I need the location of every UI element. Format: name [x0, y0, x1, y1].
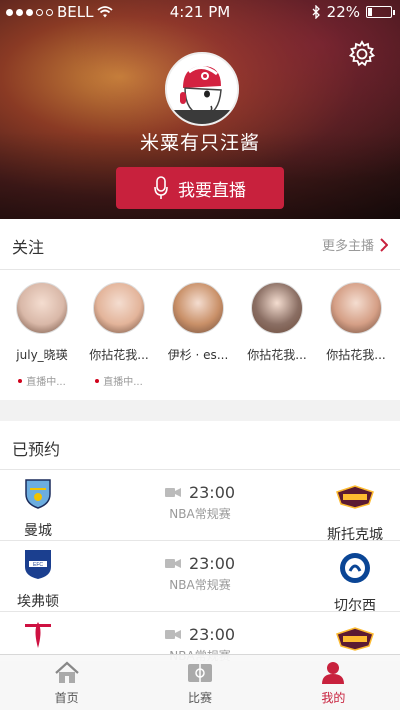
start-live-label: 我要直播 — [178, 180, 246, 201]
anchor-name: 你拈花我... — [247, 348, 307, 362]
gear-icon[interactable] — [348, 40, 376, 68]
anchor-name: 你拈花我... — [89, 348, 149, 362]
anchor-item[interactable]: july_晓瑛 直播中... — [3, 282, 81, 388]
anchor-avatar — [16, 282, 68, 334]
away-team-logo — [336, 627, 374, 651]
user-name: 米粟有只汪酱 — [139, 132, 260, 154]
anchor-name: 伊杉 · es... — [167, 348, 229, 362]
match-league: NBA常规赛 — [169, 507, 231, 521]
microphone-icon — [154, 176, 168, 199]
tab-profile-label: 我的 — [321, 691, 346, 705]
status-bar: BELL 4:21 PM 22% — [0, 0, 400, 22]
video-camera-icon — [164, 559, 181, 568]
match-info: 23:00 NBA常规赛 — [140, 483, 260, 522]
reserved-section: 已预约 曼城 23:00 NBA常规赛 斯托克城 EFC 埃弗顿 23:00 N… — [0, 421, 400, 661]
match-time: 23:00 — [188, 625, 236, 644]
profile-header: BELL 4:21 PM 22% 米粟有只汪酱 我要直播 — [0, 0, 400, 219]
start-live-button[interactable]: 我要直播 — [116, 167, 284, 209]
anchor-item[interactable]: 你拈花我... — [238, 282, 316, 363]
away-team: 斯托克城 — [320, 480, 390, 544]
user-avatar[interactable] — [165, 52, 239, 126]
match-time: 23:00 — [188, 483, 236, 502]
video-camera-icon — [164, 630, 181, 639]
battery-percent: 22% — [326, 3, 360, 21]
match-row[interactable]: EFC 埃弗顿 23:00 NBA常规赛 切尔西 — [0, 541, 400, 615]
field-icon — [187, 664, 212, 682]
battery-icon — [366, 6, 395, 18]
chevron-right-icon — [380, 237, 388, 252]
anchor-item[interactable]: 你拈花我... — [317, 282, 395, 363]
anchor-name: 你拈花我... — [326, 348, 386, 362]
anchor-item[interactable]: 你拈花我... 直播中... — [80, 282, 158, 388]
match-time: 23:00 — [188, 554, 236, 573]
follow-header: 关注 更多主播 — [0, 219, 400, 270]
away-team-logo — [336, 485, 374, 509]
follow-title: 关注 — [12, 238, 45, 257]
live-dot — [18, 378, 23, 383]
home-team-logo — [25, 479, 51, 509]
away-team: 切尔西 — [320, 551, 390, 615]
anchor-item[interactable]: 伊杉 · es... — [159, 282, 237, 363]
anchor-status: 直播中... — [80, 373, 158, 388]
home-team: 曼城 — [10, 476, 66, 540]
tab-profile[interactable]: 我的 — [267, 655, 400, 710]
match-row[interactable]: 曼城 23:00 NBA常规赛 斯托克城 — [0, 470, 400, 544]
tab-home-label: 首页 — [54, 691, 79, 705]
reserved-header: 已预约 — [0, 421, 400, 470]
more-anchors-label: 更多主播 — [321, 239, 374, 254]
anchor-status: 直播中... — [3, 373, 81, 388]
follow-section: 关注 更多主播 july_晓瑛 直播中... 你拈花我... 直播中... 伊杉… — [0, 219, 400, 400]
home-team-name: 曼城 — [24, 523, 52, 539]
home-icon — [54, 661, 79, 683]
tab-home[interactable]: 首页 — [0, 655, 133, 710]
match-league: NBA常规赛 — [169, 578, 231, 592]
reserved-title: 已预约 — [12, 440, 61, 459]
anchor-name: july_晓瑛 — [16, 348, 68, 362]
anchor-avatar — [330, 282, 382, 334]
away-team-logo — [340, 553, 370, 583]
home-team: EFC 埃弗顿 — [10, 547, 66, 611]
user-icon — [322, 662, 345, 684]
video-camera-icon — [164, 488, 181, 497]
tab-match-label: 比赛 — [187, 691, 212, 705]
anchor-avatar — [93, 282, 145, 334]
home-team-logo — [25, 622, 51, 648]
bluetooth-icon — [312, 5, 320, 19]
tab-match[interactable]: 比赛 — [133, 655, 266, 710]
tab-bar: 首页 比赛 我的 — [0, 654, 400, 710]
match-info: 23:00 NBA常规赛 — [140, 554, 260, 593]
home-team-name: 埃弗顿 — [17, 594, 59, 610]
home-team-logo: EFC — [25, 550, 51, 579]
more-anchors-link[interactable]: 更多主播 — [322, 235, 388, 254]
live-dot — [95, 378, 100, 383]
anchor-list: july_晓瑛 直播中... 你拈花我... 直播中... 伊杉 · es...… — [0, 270, 400, 400]
anchor-avatar — [172, 282, 224, 334]
svg-text:EFC: EFC — [33, 562, 43, 568]
anchor-avatar — [251, 282, 303, 334]
